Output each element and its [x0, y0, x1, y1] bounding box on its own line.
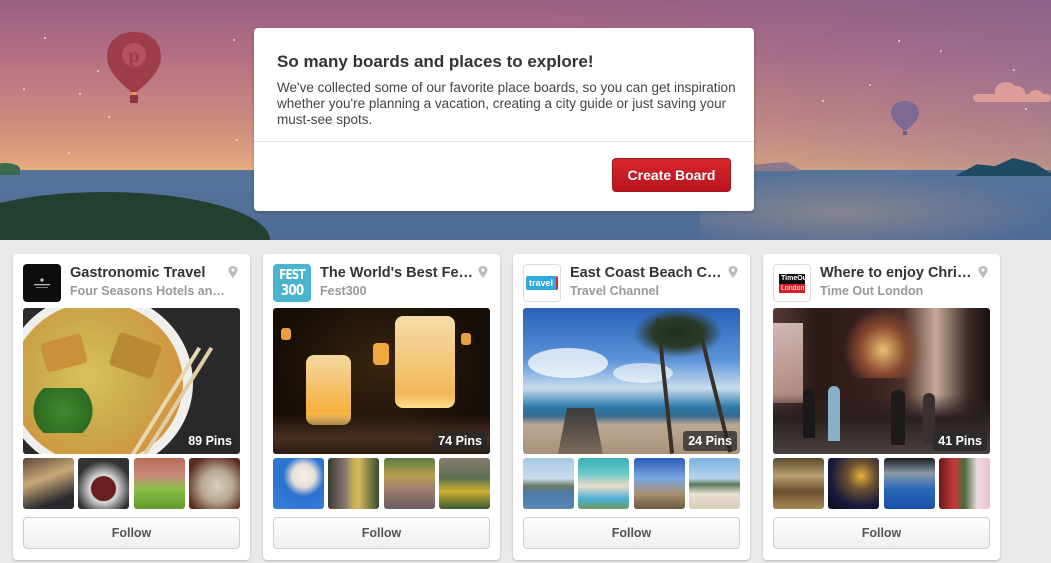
star	[108, 116, 110, 118]
board-thumbnail[interactable]	[273, 458, 324, 509]
board-thumbnail[interactable]	[328, 458, 380, 509]
divider	[254, 141, 754, 142]
travel-channel-logo[interactable]: travel	[523, 264, 561, 302]
pin-count-badge: 41 Pins	[933, 431, 987, 451]
board-cover-image[interactable]: 41 Pins	[773, 308, 990, 454]
board-card[interactable]: TimeOut London Where to enjoy Chri… Time…	[763, 254, 1000, 560]
travel-channel-logo-text: travel	[525, 276, 559, 290]
star	[940, 50, 942, 52]
board-thumbnail[interactable]	[438, 458, 490, 509]
follow-button[interactable]: Follow	[773, 517, 990, 549]
pin-count-badge: 24 Pins	[683, 431, 737, 451]
cloud-icon	[973, 80, 1051, 102]
map-pin-icon	[478, 266, 488, 278]
board-card[interactable]: FEST 300 The World's Best Fe… Fest300 74…	[263, 254, 500, 560]
board-thumbnail[interactable]	[883, 458, 935, 509]
star	[23, 88, 25, 90]
star	[236, 139, 238, 141]
board-thumbnail[interactable]	[383, 458, 435, 509]
four-seasons-logo[interactable]	[23, 264, 61, 302]
create-board-button[interactable]: Create Board	[612, 158, 731, 192]
board-thumbnail[interactable]	[688, 458, 740, 509]
star	[68, 152, 70, 154]
london-logo-text: London	[779, 283, 805, 293]
board-thumbnail-strip	[773, 458, 990, 509]
star	[822, 100, 824, 102]
board-card[interactable]: Gastronomic Travel Four Seasons Hotels a…	[13, 254, 250, 560]
star	[869, 84, 871, 86]
board-thumbnail-strip	[23, 458, 240, 509]
time-out-logo-text: TimeOut	[779, 273, 805, 284]
star	[1013, 69, 1015, 71]
board-cover-image[interactable]: 74 Pins	[273, 308, 490, 454]
board-owner[interactable]: Time Out London	[820, 284, 985, 298]
star	[898, 40, 900, 42]
board-cover-image[interactable]: 89 Pins	[23, 308, 240, 454]
star	[97, 70, 99, 72]
hill	[0, 163, 20, 175]
pin-count-badge: 74 Pins	[433, 431, 487, 451]
board-thumbnail[interactable]	[578, 458, 630, 509]
follow-button[interactable]: Follow	[273, 517, 490, 549]
board-title[interactable]: The World's Best Fe…	[320, 265, 475, 281]
board-title[interactable]: East Coast Beach C…	[570, 265, 725, 281]
star	[233, 39, 235, 41]
board-thumbnail[interactable]	[828, 458, 880, 509]
star	[79, 93, 81, 95]
pin-count-badge: 89 Pins	[183, 431, 237, 451]
board-thumbnail[interactable]	[23, 458, 74, 509]
map-pin-icon	[978, 266, 988, 278]
board-owner[interactable]: Fest300	[320, 284, 485, 298]
board-thumbnail-strip	[273, 458, 490, 509]
follow-button[interactable]: Follow	[23, 517, 240, 549]
board-thumbnail[interactable]	[633, 458, 685, 509]
board-thumbnail[interactable]	[188, 458, 240, 509]
board-title[interactable]: Where to enjoy Chri…	[820, 265, 975, 281]
pinterest-balloon-icon: p	[107, 32, 161, 103]
board-thumbnail[interactable]	[78, 458, 130, 509]
board-thumbnail[interactable]	[133, 458, 185, 509]
board-thumbnail[interactable]	[773, 458, 824, 509]
time-out-london-logo[interactable]: TimeOut London	[773, 264, 811, 302]
fest300-logo[interactable]: FEST 300	[273, 264, 311, 302]
fest300-logo-number: 300	[280, 281, 304, 299]
small-balloon-icon	[891, 101, 919, 135]
callout-title: So many boards and places to explore!	[277, 52, 594, 71]
callout-description: We've collected some of our favorite pla…	[277, 80, 736, 127]
star	[44, 37, 46, 39]
board-owner[interactable]: Four Seasons Hotels an…	[70, 284, 235, 298]
board-title[interactable]: Gastronomic Travel	[70, 265, 225, 281]
svg-text:p: p	[128, 45, 139, 67]
board-thumbnail[interactable]	[523, 458, 574, 509]
board-thumbnail[interactable]	[938, 458, 990, 509]
board-card[interactable]: travel East Coast Beach C… Travel Channe…	[513, 254, 750, 560]
board-owner[interactable]: Travel Channel	[570, 284, 735, 298]
follow-button[interactable]: Follow	[523, 517, 740, 549]
place-boards-grid: Gastronomic Travel Four Seasons Hotels a…	[0, 240, 1051, 563]
board-thumbnail-strip	[523, 458, 740, 509]
explore-boards-callout: So many boards and places to explore! We…	[254, 28, 754, 211]
map-pin-icon	[228, 266, 238, 278]
board-cover-image[interactable]: 24 Pins	[523, 308, 740, 454]
map-pin-icon	[728, 266, 738, 278]
star	[1025, 108, 1027, 110]
